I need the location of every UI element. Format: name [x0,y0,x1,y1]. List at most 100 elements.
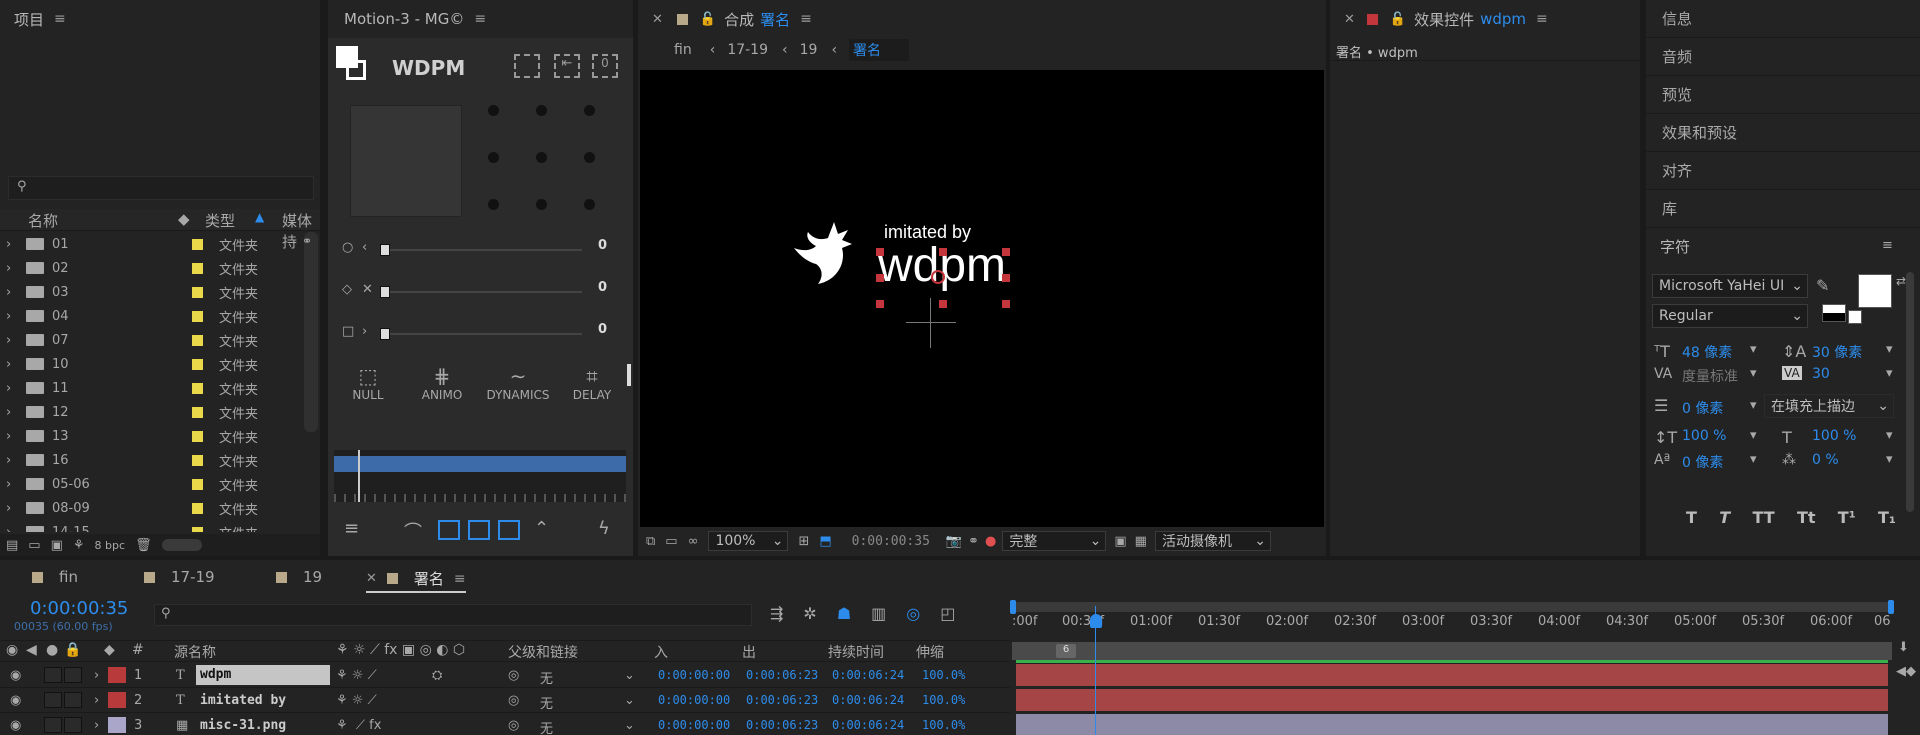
animo-button[interactable]: ⋕ ANIMO [410,364,474,412]
interpret-footage-icon[interactable]: ▤ [6,538,18,553]
superscript-button[interactable]: T¹ [1838,508,1856,527]
list-item[interactable]: › 01 文件夹 [0,232,304,256]
stretch-value[interactable]: 100.0% [922,718,965,732]
table-row[interactable]: ◉ › 1 T wdpm ⚘ ☼ ⟋ ⛭ ◎ 无 ⌄ 0:00:00:00 0:… [0,663,1010,688]
black-white-swatch[interactable] [1822,304,1846,322]
align-panel-tab[interactable]: 对齐 [1646,152,1920,190]
stroke-width-value[interactable]: 0 像素 [1682,398,1723,418]
eyedropper-icon[interactable]: ✎ [1816,276,1829,295]
hierarchy-icon[interactable]: ⚭ [302,234,312,248]
tab-fin[interactable]: fin [32,568,78,586]
new-composition-icon[interactable]: ▣ [51,538,63,553]
list-item[interactable]: › 10 文件夹 [0,352,304,376]
marker[interactable]: 6 [1056,644,1076,658]
chevron-right-icon[interactable]: › [94,668,99,683]
anchor-grid[interactable] [488,105,618,217]
close-icon[interactable]: ✕ [366,571,377,586]
anchor-dot[interactable] [488,105,499,116]
character-scrollbar[interactable] [1906,272,1914,512]
chevron-right-icon[interactable]: › [6,381,18,396]
column-name-header[interactable]: 名称 [28,210,58,231]
chevron-right-icon[interactable]: › [6,357,18,372]
list-item[interactable]: ›14-15文件夹 [0,520,304,532]
slider-handle[interactable] [380,244,390,256]
tsume-value[interactable]: 0 % [1812,452,1839,468]
chevron-right-icon[interactable]: › [6,429,18,444]
parent-select[interactable]: 无 [540,668,553,687]
chevron-right-icon[interactable]: › [6,309,18,324]
chevron-down-icon[interactable]: ▾ [1750,428,1757,443]
transparency-grid-icon[interactable]: ▦ [1135,534,1147,549]
chevron-right-icon[interactable]: › [6,261,18,276]
audio-toggle[interactable] [44,692,62,708]
switches-icons[interactable]: ⚘ ⟋ fx [336,718,381,733]
list-item[interactable]: › 05-06 文件夹 [0,472,304,496]
audio-toggle[interactable] [44,667,62,683]
chevron-down-icon[interactable]: ▾ [1750,452,1757,467]
time-navigator[interactable] [1010,600,1894,614]
color-channel-icon[interactable]: ● [985,534,996,549]
chevron-right-icon[interactable]: › [6,477,18,492]
solo-toggle[interactable] [64,717,82,733]
draft-3d-icon[interactable]: ✲ [803,604,816,623]
list-item[interactable]: › 08-09 文件夹 [0,496,304,520]
slider-handle[interactable] [380,328,390,340]
font-family-select[interactable]: Microsoft YaHei UI ⌄ [1652,274,1808,298]
composition-viewer[interactable]: imitated by wdpm [640,70,1324,527]
layer-label-color[interactable] [108,717,126,733]
breadcrumb-item[interactable]: 17-19 [727,42,768,58]
hamburger-menu-icon[interactable]: ≡ [1536,11,1548,27]
keyframe-nav-icon[interactable]: ◀◆ [1896,664,1916,679]
shy-layers-icon[interactable]: ☗ [837,604,851,623]
parent-select[interactable]: 无 [540,693,553,712]
layer-name[interactable]: imitated by [200,693,286,708]
parent-select[interactable]: 无 [540,718,553,735]
in-time[interactable]: 0:00:00:00 [658,668,730,682]
resolution-select[interactable]: 完整 ⌄ [1002,531,1107,551]
delay-button[interactable]: ⌗ DELAY [560,364,624,412]
search-bar[interactable]: ⚲ [8,176,314,200]
chevron-down-icon[interactable]: ▾ [1886,428,1893,443]
effects-presets-panel-tab[interactable]: 效果和预设 [1646,114,1920,152]
column-stretch-header[interactable]: 伸缩 [916,642,944,662]
mini-timeline-range[interactable] [334,456,626,472]
column-duration-header[interactable]: 持续时间 [828,642,884,662]
breadcrumb-item[interactable]: 19 [800,42,818,58]
list-item[interactable]: › 07 文件夹 [0,328,304,352]
duration-time[interactable]: 0:00:06:24 [832,668,904,682]
hamburger-menu-icon[interactable]: ≡ [474,11,486,27]
peak-icon[interactable]: ⌃ [534,518,549,539]
ease-curve-icon[interactable] [468,520,490,540]
comp-flowchart-icon[interactable]: ⇶ [770,604,783,623]
frame-blending-icon[interactable]: ▥ [871,604,886,623]
list-item[interactable]: › 04 文件夹 [0,304,304,328]
work-area-start[interactable] [1010,600,1016,614]
select-tool-icon[interactable] [514,54,540,78]
font-style-select[interactable]: Regular ⌄ [1652,304,1808,328]
layer-label-color[interactable] [108,692,126,708]
info-panel-tab[interactable]: 信息 [1646,0,1920,38]
fill-swatch[interactable] [336,46,358,68]
zoom-select[interactable]: 100% ⌄ [708,531,789,551]
pickwhip-icon[interactable]: ◎ [508,693,519,708]
layer-name[interactable]: misc-31.png [200,718,286,733]
new-folder-icon[interactable]: ▭ [28,538,40,553]
list-item[interactable]: › 16 文件夹 [0,448,304,472]
in-time[interactable]: 0:00:00:00 [658,718,730,732]
motion-blur-icon[interactable]: ◎ [906,604,920,623]
snapshot-icon[interactable]: 📷 [946,534,962,549]
hamburger-menu-icon[interactable]: ≡ [54,11,66,27]
slider-track[interactable] [382,249,582,251]
column-type-header[interactable]: 类型 [205,210,235,231]
chevron-down-icon[interactable]: ▾ [1886,366,1893,381]
time-ruler[interactable]: :00f 00:30f 01:00f 01:30f 02:00f 02:30f … [1012,614,1892,638]
anchor-dot[interactable] [488,152,499,163]
tab-19[interactable]: 19 [276,568,322,586]
all-caps-button[interactable]: TT [1752,508,1774,527]
dynamics-button[interactable]: ∼ DYNAMICS [482,364,554,412]
anchor-point-icon[interactable] [931,270,945,284]
work-area-bar[interactable]: 6 [1012,642,1892,660]
chevron-right-icon[interactable]: › [6,525,18,533]
monitor-icon[interactable]: ▭ [665,534,677,549]
grid-icon[interactable]: ⊞ [798,534,809,549]
